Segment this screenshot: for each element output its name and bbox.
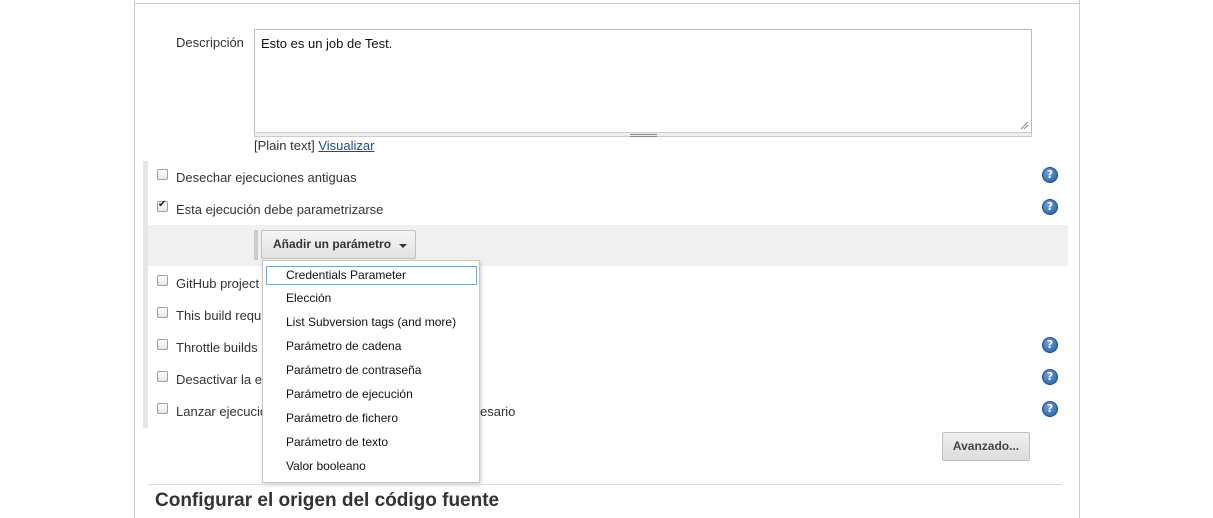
throttle-builds-checkbox[interactable] bbox=[157, 339, 168, 350]
parameter-type-menu: Credentials Parameter Elección List Subv… bbox=[262, 260, 480, 483]
help-icon[interactable]: ? bbox=[1042, 167, 1058, 183]
add-parameter-label: Añadir un parámetro bbox=[273, 237, 392, 251]
description-label: Descripción bbox=[176, 35, 244, 50]
menu-item-run-parameter[interactable]: Parámetro de ejecución bbox=[266, 385, 477, 404]
help-icon[interactable]: ? bbox=[1042, 337, 1058, 353]
section-divider bbox=[148, 484, 1062, 485]
build-requires-label: This build requ bbox=[176, 308, 262, 323]
menu-item-text-parameter[interactable]: Parámetro de texto bbox=[266, 433, 477, 452]
parameter-area-bar bbox=[254, 230, 258, 260]
caret-down-icon bbox=[399, 244, 407, 248]
help-icon[interactable]: ? bbox=[1042, 401, 1058, 417]
help-icon[interactable]: ? bbox=[1042, 199, 1058, 215]
disable-project-label: Desactivar la e bbox=[176, 372, 262, 387]
menu-item-password-parameter[interactable]: Parámetro de contraseña bbox=[266, 361, 477, 380]
menu-item-string-parameter[interactable]: Parámetro de cadena bbox=[266, 337, 477, 356]
panel-top-border bbox=[135, 0, 1079, 4]
parameterized-checkbox[interactable] bbox=[157, 199, 168, 212]
menu-item-credentials-parameter[interactable]: Credentials Parameter bbox=[266, 266, 477, 285]
description-textarea[interactable] bbox=[254, 29, 1032, 133]
throttle-builds-label: Throttle builds bbox=[176, 340, 258, 355]
add-parameter-button[interactable]: Añadir un parámetro bbox=[261, 230, 416, 259]
menu-item-choice[interactable]: Elección bbox=[266, 289, 477, 308]
plain-text-label: [Plain text] bbox=[254, 138, 315, 153]
textarea-resize-bar[interactable] bbox=[254, 132, 1032, 137]
build-requires-checkbox[interactable] bbox=[157, 307, 168, 318]
menu-item-file-parameter[interactable]: Parámetro de fichero bbox=[266, 409, 477, 428]
options-left-bar bbox=[143, 161, 148, 428]
menu-item-boolean-value[interactable]: Valor booleano bbox=[266, 457, 477, 476]
resize-corner-icon[interactable] bbox=[1020, 121, 1029, 130]
concurrent-builds-checkbox[interactable] bbox=[157, 403, 168, 414]
advanced-button[interactable]: Avanzado... bbox=[942, 432, 1030, 461]
description-field-wrapper bbox=[254, 29, 1032, 137]
disable-project-checkbox[interactable] bbox=[157, 371, 168, 382]
github-project-label: GitHub project bbox=[176, 276, 260, 291]
concurrent-builds-label: Lanzar ejecució bbox=[176, 404, 268, 419]
menu-item-list-subversion-tags[interactable]: List Subversion tags (and more) bbox=[266, 313, 477, 332]
discard-old-builds-label: Desechar ejecuciones antiguas bbox=[176, 170, 357, 185]
resize-grip-icon bbox=[630, 134, 657, 137]
discard-old-builds-checkbox[interactable] bbox=[157, 169, 168, 180]
help-icon[interactable]: ? bbox=[1042, 369, 1058, 385]
concurrent-builds-label-tail: esario bbox=[480, 404, 516, 419]
preview-link[interactable]: Visualizar bbox=[318, 138, 374, 153]
section-title: Configurar el origen del código fuente bbox=[155, 490, 500, 511]
format-line: [Plain text] Visualizar bbox=[254, 138, 374, 153]
parameterized-label: Esta ejecución debe parametrizarse bbox=[176, 202, 384, 217]
github-project-checkbox[interactable] bbox=[157, 275, 168, 286]
